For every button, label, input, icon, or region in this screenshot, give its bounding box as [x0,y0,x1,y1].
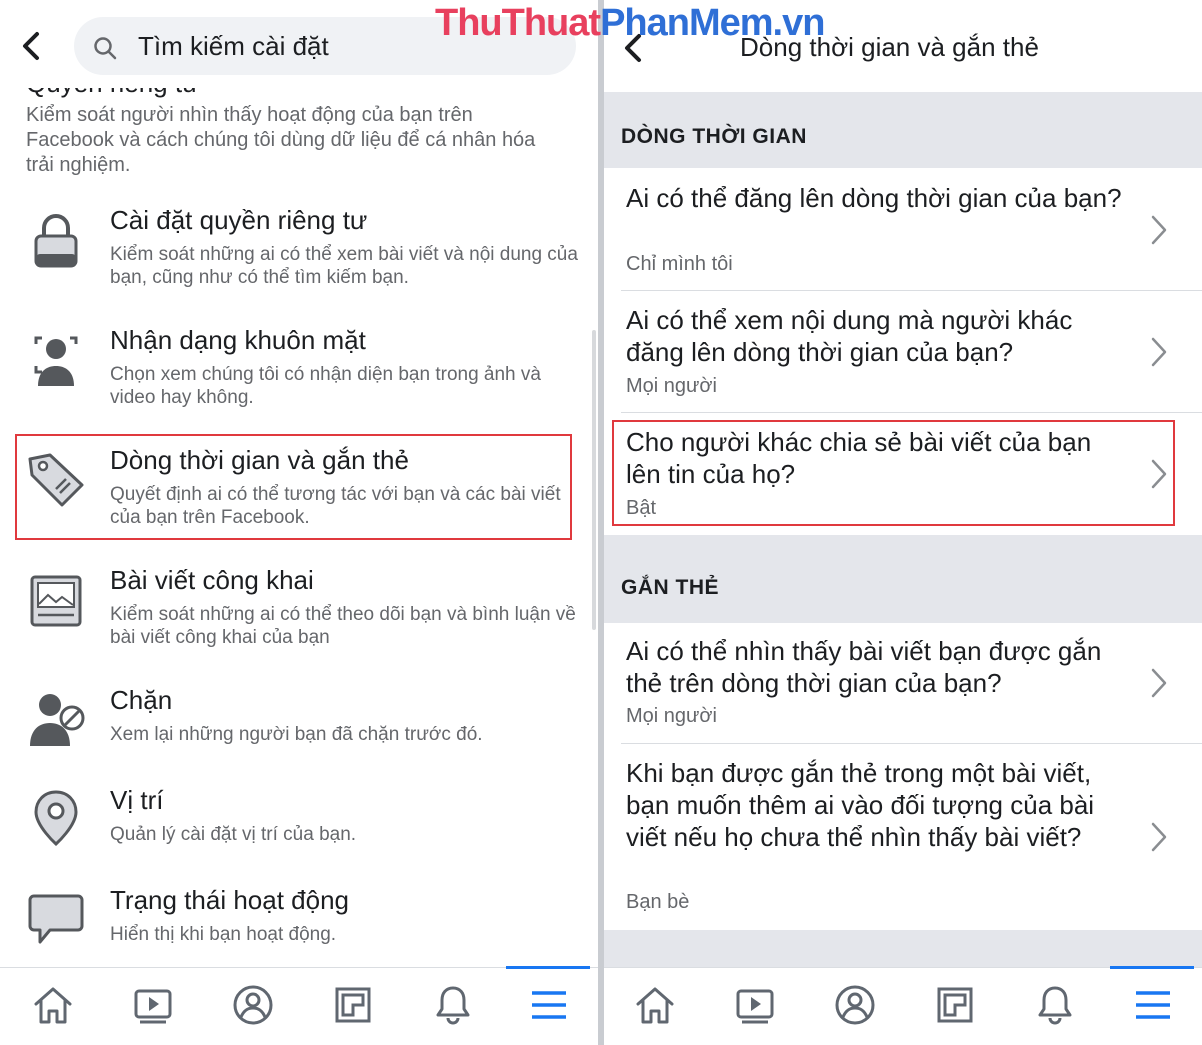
settings-item-desc: Xem lại những người bạn đã chặn trước đó… [110,724,483,745]
tab-menu[interactable] [498,966,598,1045]
face-recognition-icon [34,336,78,386]
setting-question: Ai có thể nhìn thấy bài viết bạn được gắ… [626,636,1102,698]
location-pin-icon [34,790,78,847]
tab-watch[interactable] [102,968,202,1045]
tab-home[interactable] [604,968,704,1045]
privacy-intro: Kiểm soát người nhìn thấy hoạt động của … [26,104,536,176]
search-icon [94,37,117,60]
lock-icon [34,214,78,268]
settings-item-privacy[interactable]: Cài đặt quyền riêng tư Kiểm soát những a… [0,205,598,305]
settings-item-blocking[interactable]: Chặn Xem lại những người bạn đã chặn trư… [0,685,598,765]
tab-notifications[interactable] [1004,968,1104,1045]
watermark-part2: PhanMem.vn [600,2,825,44]
section-header-tagging: GẮN THẺ [604,535,1202,623]
section-header-next [604,930,1202,970]
section-header-timeline: DÒNG THỜI GIAN [604,92,1202,168]
home-icon [636,987,674,1024]
setting-row-who-can-see-others-posts[interactable]: Ai có thể xem nội dung mà người khác đăn… [604,291,1202,412]
bottom-tab-bar [0,966,598,1045]
watch-icon [134,989,172,1024]
back-button[interactable] [20,31,42,61]
scrollbar[interactable] [592,330,596,630]
settings-item-title: Chặn [110,685,173,715]
settings-item-title: Trạng thái hoạt động [110,885,349,915]
settings-item-desc: Chọn xem chúng tôi có nhận diện bạn tron… [110,364,541,408]
setting-value: Chỉ mình tôi [626,253,733,275]
section-label: GẮN THẺ [621,576,719,599]
public-post-icon [30,575,82,627]
watermark-logo: ThuThuatPhanMem.vn [435,2,825,45]
setting-row-who-can-post[interactable]: Ai có thể đăng lên dòng thời gian của bạ… [604,168,1202,290]
setting-value: Mọi người [626,705,717,727]
settings-item-face-recognition[interactable]: Nhận dạng khuôn mặt Chọn xem chúng tôi c… [0,325,598,425]
settings-item-desc: Quản lý cài đặt vị trí của bạn. [110,824,357,845]
chevron-right-icon [1151,822,1167,852]
notifications-icon [1038,986,1072,1025]
settings-list-panel: Quyền riêng tư Kiểm soát người nhìn thấy… [0,0,598,1045]
menu-icon [532,991,566,1019]
settings-item-title: Cài đặt quyền riêng tư [110,205,368,235]
setting-row-tag-audience[interactable]: Khi bạn được gắn thẻ trong một bài viết,… [604,744,1202,930]
chevron-left-icon [23,32,39,60]
setting-question: Khi bạn được gắn thẻ trong một bài viết,… [626,758,1095,852]
settings-item-title: Bài viết công khai [110,565,314,595]
setting-question: Ai có thể xem nội dung mà người khác đăn… [626,305,1073,367]
bottom-tab-bar [604,966,1202,1045]
pages-icon [335,987,371,1023]
settings-item-title: Nhận dạng khuôn mặt [110,325,366,355]
home-icon [34,987,72,1024]
setting-row-who-can-see-tagged-posts[interactable]: Ai có thể nhìn thấy bài viết bạn được gắ… [604,623,1202,743]
tab-profile[interactable] [202,968,302,1045]
highlight-box [15,434,572,540]
settings-item-desc: Kiểm soát những ai có thể xem bài viết v… [110,244,578,288]
settings-item-title: Vị trí [110,785,164,815]
timeline-tagging-panel: Dòng thời gian và gắn thẻ DÒNG THỜI GIAN… [604,0,1202,1045]
settings-item-public-posts[interactable]: Bài viết công khai Kiểm soát những ai có… [0,565,598,665]
tab-watch[interactable] [704,968,804,1045]
settings-item-active-status[interactable]: Trạng thái hoạt động Hiển thị khi bạn ho… [0,885,598,955]
setting-value: Bạn bè [626,891,690,913]
notifications-icon [436,986,470,1025]
tab-pages[interactable] [302,968,402,1045]
settings-item-desc: Hiển thị khi bạn hoạt động. [110,924,337,945]
chevron-right-icon [1151,668,1167,698]
menu-icon [1136,991,1170,1019]
settings-item-location[interactable]: Vị trí Quản lý cài đặt vị trí của bạn. [0,785,598,865]
profile-icon [233,985,273,1025]
watermark-part1: ThuThuat [435,2,601,44]
chat-bubble-icon [28,894,84,944]
tab-pages[interactable] [904,968,1004,1045]
section-label: DÒNG THỜI GIAN [621,125,807,148]
tab-menu[interactable] [1102,966,1202,1045]
setting-value: Mọi người [626,375,717,397]
search-placeholder: Tìm kiếm cài đặt [138,31,329,61]
pages-icon [937,987,973,1023]
chevron-right-icon [1151,337,1167,367]
highlight-box [612,420,1175,526]
watch-icon [736,989,774,1024]
settings-item-desc: Kiểm soát những ai có thể theo dõi bạn v… [110,604,576,648]
profile-icon [835,985,875,1025]
tab-profile[interactable] [804,968,904,1045]
tab-home[interactable] [2,968,102,1045]
tab-notifications[interactable] [402,968,502,1045]
block-user-icon [30,694,85,746]
setting-question: Ai có thể đăng lên dòng thời gian của bạ… [626,183,1122,213]
chevron-right-icon [1151,215,1167,245]
